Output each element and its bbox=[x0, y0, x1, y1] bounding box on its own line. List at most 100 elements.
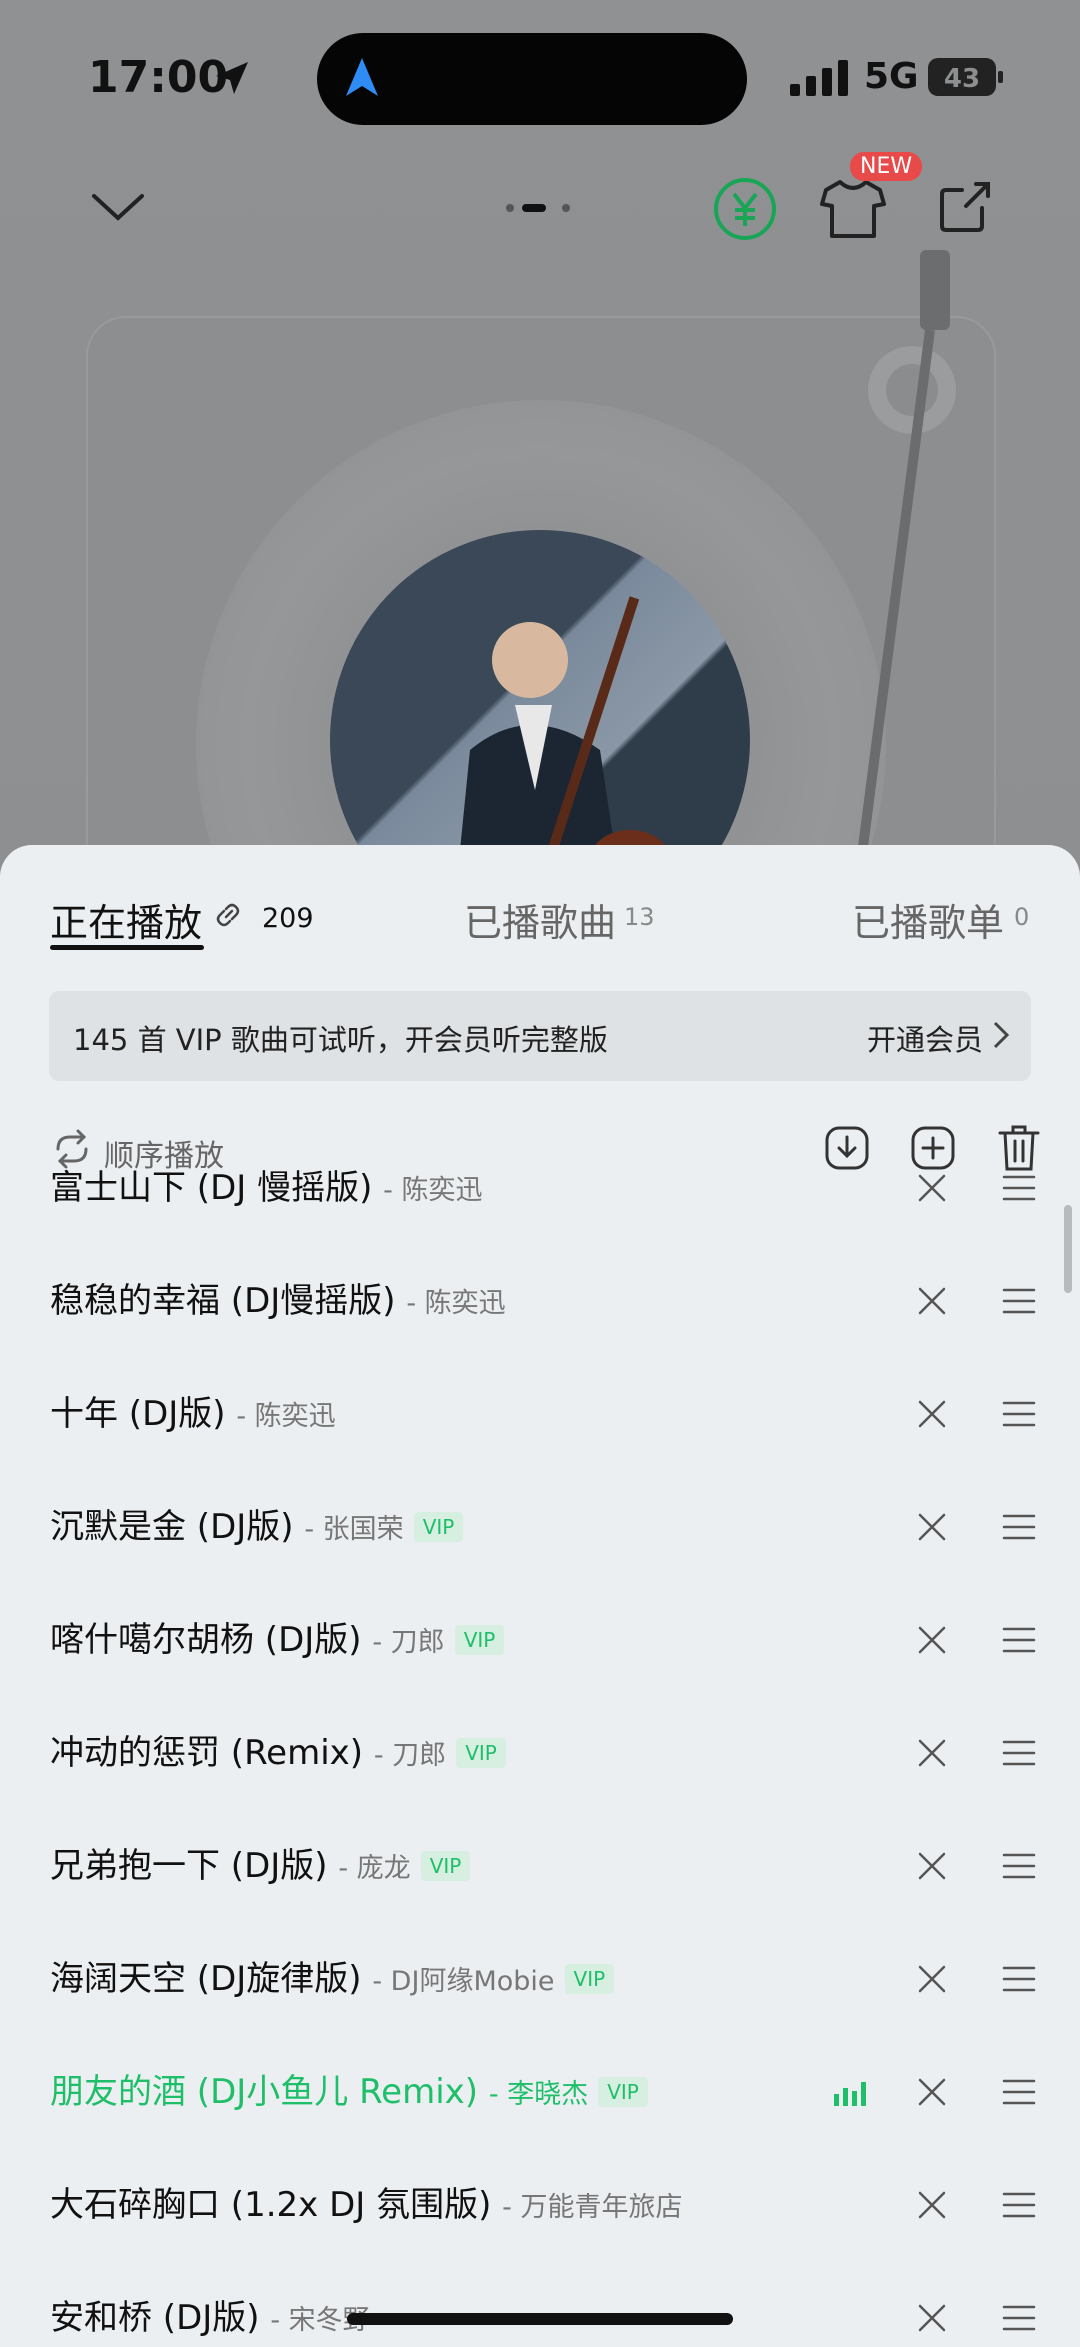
playlist-sheet: 正在播放 209 已播歌曲 13 已播歌单 0 145 首 VIP 歌曲可试听，… bbox=[0, 845, 1080, 2347]
song-info: 沉默是金 (DJ版) - 张国荣 VIP bbox=[50, 1499, 464, 1548]
song-row-playing[interactable]: 朋友的酒 (DJ小鱼儿 Remix) - 李晓杰 VIP bbox=[0, 2034, 1080, 2147]
drag-handle-icon[interactable] bbox=[1002, 1852, 1036, 1880]
song-info: 安和桥 (DJ版) - 宋冬野 bbox=[50, 2290, 370, 2339]
battery-level: 43 bbox=[944, 64, 980, 94]
song-info: 海阔天空 (DJ旋律版) - DJ阿缘Mobie VIP bbox=[50, 1951, 615, 2000]
new-badge: NEW bbox=[850, 152, 923, 181]
remove-song-icon[interactable] bbox=[916, 1172, 948, 1204]
active-tab-indicator bbox=[50, 945, 204, 950]
song-artist: - 陈奕迅 bbox=[406, 1288, 506, 1319]
drag-handle-icon[interactable] bbox=[1002, 2191, 1036, 2219]
chevron-right-icon bbox=[993, 1021, 1010, 1049]
drag-handle-icon[interactable] bbox=[1002, 1965, 1036, 1993]
chevron-down-icon[interactable] bbox=[88, 186, 148, 226]
song-title: 朋友的酒 (DJ小鱼儿 Remix) bbox=[50, 2072, 479, 2112]
vip-badge: VIP bbox=[413, 1512, 464, 1542]
home-indicator[interactable] bbox=[347, 2313, 733, 2325]
link-icon[interactable] bbox=[212, 899, 244, 931]
played-songs-count: 13 bbox=[624, 903, 655, 931]
song-title: 喀什噶尔胡杨 (DJ版) bbox=[50, 1620, 362, 1660]
drag-handle-icon[interactable] bbox=[1002, 1626, 1036, 1654]
song-row[interactable]: 大石碎胸口 (1.2x DJ 氛围版) - 万能青年旅店 bbox=[0, 2147, 1080, 2260]
tab-now-playing[interactable]: 正在播放 bbox=[50, 892, 202, 947]
drag-handle-icon[interactable] bbox=[1002, 1287, 1036, 1315]
song-row[interactable]: 富士山下 (DJ 慢摇版) - 陈奕迅 bbox=[0, 1130, 1080, 1243]
song-title: 十年 (DJ版) bbox=[50, 1394, 226, 1434]
song-title: 富士山下 (DJ 慢摇版) bbox=[50, 1168, 373, 1208]
song-info: 富士山下 (DJ 慢摇版) - 陈奕迅 bbox=[50, 1160, 483, 1209]
playlist-tabs: 正在播放 209 已播歌曲 13 已播歌单 0 bbox=[0, 845, 1080, 950]
drag-handle-icon[interactable] bbox=[1002, 1739, 1036, 1767]
song-info: 冲动的惩罚 (Remix) - 刀郎 VIP bbox=[50, 1725, 506, 1774]
remove-song-icon[interactable] bbox=[916, 1398, 948, 1430]
song-title: 安和桥 (DJ版) bbox=[50, 2298, 260, 2338]
remove-song-icon[interactable] bbox=[916, 1624, 948, 1656]
song-artist: - 刀郎 bbox=[373, 1740, 447, 1771]
song-row[interactable]: 安和桥 (DJ版) - 宋冬野 bbox=[0, 2260, 1080, 2347]
song-artist: - 刀郎 bbox=[372, 1627, 445, 1658]
song-row[interactable]: 十年 (DJ版) - 陈奕迅 bbox=[0, 1356, 1080, 1469]
song-title: 稳稳的幸福 (DJ慢摇版) bbox=[50, 1281, 396, 1321]
remove-song-icon[interactable] bbox=[916, 2076, 948, 2108]
song-info: 朋友的酒 (DJ小鱼儿 Remix) - 李晓杰 VIP bbox=[50, 2064, 648, 2113]
vip-badge: VIP bbox=[598, 2077, 648, 2107]
tab-played-playlists[interactable]: 已播歌单 bbox=[852, 892, 1004, 947]
song-row[interactable]: 喀什噶尔胡杨 (DJ版) - 刀郎 VIP bbox=[0, 1582, 1080, 1695]
song-artist: - 李晓杰 bbox=[488, 2079, 589, 2110]
song-info: 兄弟抱一下 (DJ版) - 庞龙 VIP bbox=[50, 1838, 471, 1887]
song-title: 大石碎胸口 (1.2x DJ 氛围版) bbox=[50, 2185, 492, 2225]
song-artist: - 陈奕迅 bbox=[383, 1175, 483, 1206]
song-row[interactable]: 沉默是金 (DJ版) - 张国荣 VIP bbox=[0, 1469, 1080, 1582]
status-bar: 17:00 5G 43 bbox=[0, 0, 1080, 160]
tab-played-songs[interactable]: 已播歌曲 bbox=[464, 892, 616, 947]
song-row[interactable]: 兄弟抱一下 (DJ版) - 庞龙 VIP bbox=[0, 1808, 1080, 1921]
vip-badge: VIP bbox=[564, 1964, 615, 1994]
scrollbar[interactable] bbox=[1064, 1205, 1072, 1293]
theme-shirt-icon[interactable] bbox=[818, 178, 888, 240]
drag-handle-icon[interactable] bbox=[1002, 2304, 1036, 2332]
song-artist: - 陈奕迅 bbox=[236, 1401, 336, 1432]
yuan-coin-icon[interactable] bbox=[712, 176, 778, 242]
now-playing-count: 209 bbox=[262, 903, 314, 934]
drag-handle-icon[interactable] bbox=[1002, 2078, 1036, 2106]
song-title: 海阔天空 (DJ旋律版) bbox=[50, 1959, 362, 1999]
status-time: 17:00 bbox=[88, 52, 229, 103]
remove-song-icon[interactable] bbox=[916, 1285, 948, 1317]
song-info: 十年 (DJ版) - 陈奕迅 bbox=[50, 1386, 336, 1435]
song-info: 大石碎胸口 (1.2x DJ 氛围版) - 万能青年旅店 bbox=[50, 2177, 683, 2226]
network-type: 5G bbox=[864, 56, 919, 97]
equalizer-icon bbox=[834, 2082, 866, 2106]
song-artist: - 张国荣 bbox=[304, 1514, 404, 1545]
vip-banner-text: 145 首 VIP 歌曲可试听，开会员听完整版 bbox=[73, 1023, 608, 1057]
song-info: 稳稳的幸福 (DJ慢摇版) - 陈奕迅 bbox=[50, 1273, 506, 1322]
song-title: 兄弟抱一下 (DJ版) bbox=[50, 1846, 328, 1886]
song-artist: - 庞龙 bbox=[338, 1853, 411, 1884]
song-artist: - DJ阿缘Mobie bbox=[372, 1966, 555, 1997]
remove-song-icon[interactable] bbox=[916, 1850, 948, 1882]
song-artist: - 万能青年旅店 bbox=[502, 2192, 683, 2223]
share-icon[interactable] bbox=[936, 178, 992, 234]
song-row[interactable]: 冲动的惩罚 (Remix) - 刀郎 VIP bbox=[0, 1695, 1080, 1808]
drag-handle-icon[interactable] bbox=[1002, 1513, 1036, 1541]
navigation-arrow-icon bbox=[346, 58, 378, 96]
page-indicator bbox=[506, 204, 570, 212]
open-vip-link[interactable]: 开通会员 bbox=[867, 1017, 983, 1059]
tonearm bbox=[855, 250, 956, 871]
remove-song-icon[interactable] bbox=[916, 2189, 948, 2221]
remove-song-icon[interactable] bbox=[916, 1737, 948, 1769]
drag-handle-icon[interactable] bbox=[1002, 1174, 1036, 1202]
signal-icon bbox=[790, 60, 848, 96]
vip-badge: VIP bbox=[454, 1625, 505, 1655]
song-row[interactable]: 稳稳的幸福 (DJ慢摇版) - 陈奕迅 bbox=[0, 1243, 1080, 1356]
song-info: 喀什噶尔胡杨 (DJ版) - 刀郎 VIP bbox=[50, 1612, 505, 1661]
song-title: 沉默是金 (DJ版) bbox=[50, 1507, 294, 1547]
vip-banner[interactable]: 145 首 VIP 歌曲可试听，开会员听完整版 开通会员 bbox=[49, 991, 1031, 1081]
song-title: 冲动的惩罚 (Remix) bbox=[50, 1733, 364, 1773]
remove-song-icon[interactable] bbox=[916, 1963, 948, 1995]
song-row[interactable]: 海阔天空 (DJ旋律版) - DJ阿缘Mobie VIP bbox=[0, 1921, 1080, 2034]
played-playlists-count: 0 bbox=[1014, 903, 1030, 931]
drag-handle-icon[interactable] bbox=[1002, 1400, 1036, 1428]
vip-badge: VIP bbox=[420, 1851, 471, 1881]
remove-song-icon[interactable] bbox=[916, 2302, 948, 2334]
remove-song-icon[interactable] bbox=[916, 1511, 948, 1543]
